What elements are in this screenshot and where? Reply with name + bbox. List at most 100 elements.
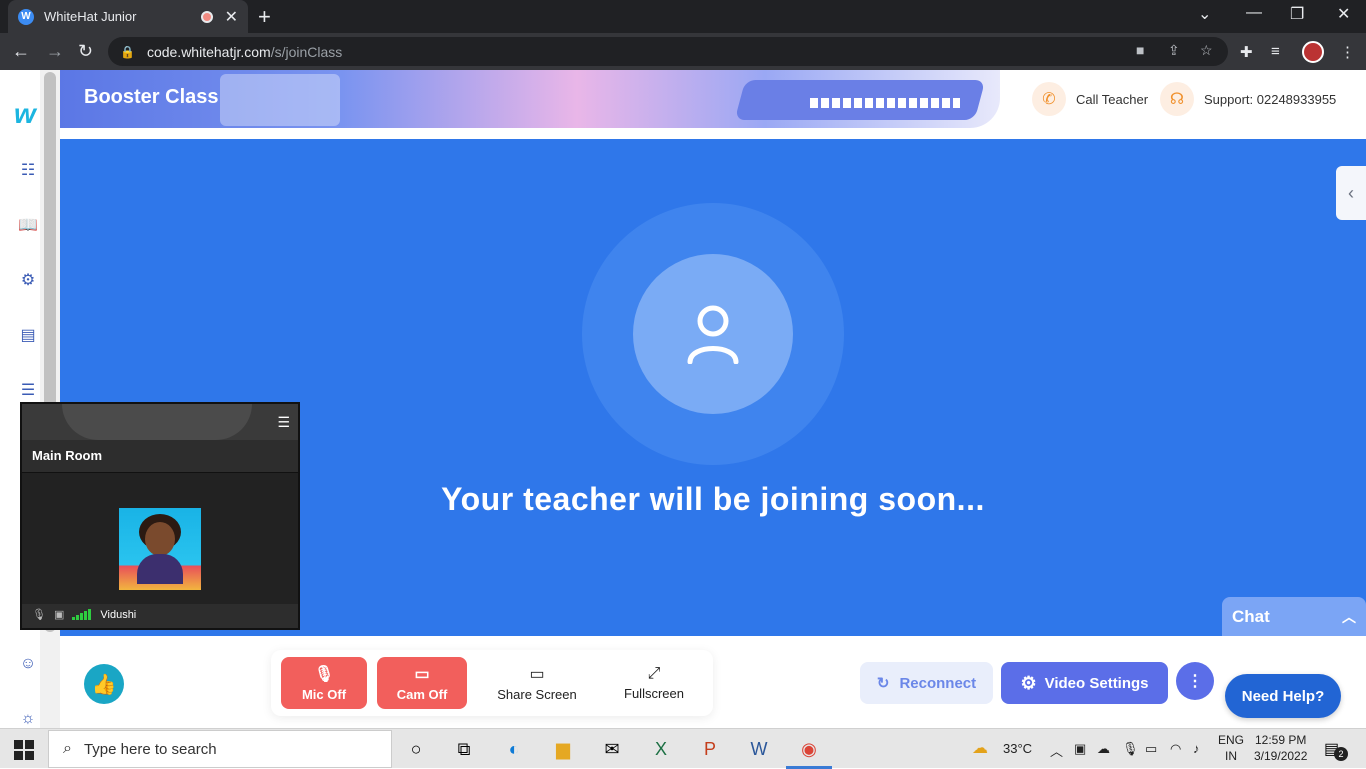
chat-label: Chat	[1232, 607, 1270, 626]
cam-off-icon: ▭	[414, 666, 430, 683]
camera-icon[interactable]: ■	[1136, 42, 1144, 58]
video-settings-label: Video Settings	[1044, 674, 1149, 692]
chevron-left-icon: ‹	[1348, 182, 1354, 203]
notes-icon[interactable]: ▤	[18, 325, 38, 344]
community-icon[interactable]: ☺	[18, 655, 38, 673]
clock[interactable]: 12:59 PM 3/19/2022	[1254, 732, 1307, 764]
tab-search-icon[interactable]: ⌄	[1198, 4, 1211, 24]
page: w ☷ 📖 ⚙ ▤ ☰ ☺ ☼ Booster Class ✆ Call Tea…	[0, 70, 1366, 728]
mic-label: Mic Off	[301, 687, 347, 702]
brightness-icon[interactable]: ☼	[18, 710, 38, 728]
chat-button[interactable]: Chat ︿	[1222, 597, 1366, 637]
microphone-icon[interactable]: 🎙	[1122, 741, 1139, 757]
weather-icon[interactable]: ☁	[972, 738, 988, 758]
meet-now-icon[interactable]: ▣	[1074, 741, 1086, 757]
close-tab-icon[interactable]: ✕	[225, 7, 238, 27]
support-button[interactable]: ☊ Support: 02248933955	[1160, 82, 1336, 116]
call-teacher-button[interactable]: ✆ Call Teacher	[1032, 82, 1148, 116]
schedule-icon[interactable]: ☷	[18, 160, 38, 179]
fullscreen-label: Fullscreen	[624, 686, 684, 701]
windows-start-icon[interactable]	[14, 740, 34, 760]
more-vertical-icon: ⋮	[1187, 673, 1203, 690]
extensions-icon[interactable]: ✚	[1240, 43, 1253, 61]
restore-button[interactable]: ❐	[1290, 4, 1304, 24]
share-screen-button[interactable]: ▭ Share Screen	[493, 657, 581, 709]
main-room-header: ☰	[22, 404, 298, 440]
lock-icon: 🔒	[120, 44, 135, 59]
main-room-panel[interactable]: ☰ Main Room 🎙 ▣ Vidushi	[20, 402, 300, 630]
windows-taskbar: ⌕ Type here to search ○ ⧉ ◐ ▆ ✉ X P W ◉ …	[0, 728, 1366, 769]
participant-status-bar: 🎙 ▣ Vidushi	[32, 608, 136, 622]
browser-tab[interactable]: W WhiteHat Junior ✕	[8, 0, 248, 33]
video-settings-button[interactable]: ⚙ Video Settings	[1001, 662, 1168, 704]
recording-indicator-icon	[200, 10, 213, 23]
show-hidden-icons-icon[interactable]: ︿	[1050, 741, 1063, 760]
book-icon[interactable]: 📖	[18, 215, 38, 234]
media-control-icon[interactable]: ≡	[1271, 43, 1280, 60]
monitor-icon: ▭	[529, 666, 545, 683]
fullscreen-button[interactable]: ⤢ Fullscreen	[611, 657, 697, 709]
support-label: Support: 02248933955	[1204, 91, 1337, 107]
date: 3/19/2022	[1254, 749, 1308, 763]
whitehat-logo[interactable]: w	[14, 98, 36, 130]
share-label: Share Screen	[497, 687, 577, 702]
reload-button[interactable]: ↻	[78, 41, 93, 62]
close-window-button[interactable]: ✕	[1337, 4, 1350, 24]
taskbar-search-box[interactable]: ⌕ Type here to search	[48, 730, 392, 768]
battery-icon[interactable]: ▭	[1145, 741, 1157, 757]
word-icon[interactable]: W	[747, 737, 771, 761]
chevron-up-icon: ︿	[1342, 609, 1356, 625]
mic-toggle-button[interactable]: 🎙 Mic Off	[281, 657, 367, 709]
minimize-button[interactable]: —	[1246, 4, 1262, 22]
mail-icon[interactable]: ✉	[600, 737, 624, 761]
need-help-button[interactable]: Need Help?	[1225, 674, 1341, 718]
reconnect-button[interactable]: ↻ Reconnect	[860, 662, 993, 704]
language: ENG	[1218, 733, 1245, 747]
chrome-menu-icon[interactable]: ⋮	[1340, 43, 1355, 61]
banner-title: Booster Class	[84, 86, 219, 108]
bookmark-star-icon[interactable]: ☆	[1200, 42, 1213, 59]
panel-toggle-button[interactable]: ‹	[1336, 166, 1366, 220]
reconnect-label: Reconnect	[899, 674, 977, 692]
cam-toggle-button[interactable]: ▭ Cam Off	[377, 657, 467, 709]
signal-strength-icon	[72, 609, 92, 620]
cam-label: Cam Off	[396, 687, 448, 702]
file-explorer-icon[interactable]: ▆	[551, 737, 575, 761]
edge-icon[interactable]: ◐	[502, 737, 526, 761]
search-placeholder: Type here to search	[83, 740, 217, 758]
volume-icon[interactable]: ♪	[1193, 741, 1200, 756]
call-controls-bar: 👍 🎙 Mic Off ▭ Cam Off ▭ Share Screen ⤢ F…	[60, 636, 1366, 728]
new-tab-button[interactable]: +	[258, 4, 271, 30]
wifi-icon[interactable]: ◠	[1170, 741, 1181, 757]
thumbs-up-icon: 👍	[91, 673, 117, 696]
chrome-icon[interactable]: ◉	[797, 737, 821, 761]
url-omnibox[interactable]: 🔒 code.whitehatjr.com /s/joinClass ■ ⇪ ☆	[108, 37, 1228, 66]
task-view-icon[interactable]: ⧉	[452, 737, 476, 761]
browser-tab-bar: W WhiteHat Junior ✕ + ⌄ — ❐ ✕	[0, 0, 1366, 33]
projects-icon[interactable]: ⚙	[18, 270, 38, 289]
cam-off-icon: ▣	[53, 609, 65, 621]
onedrive-icon[interactable]: ☁	[1097, 741, 1110, 757]
more-options-button[interactable]: ⋮	[1176, 662, 1214, 700]
thumbs-up-button[interactable]: 👍	[84, 664, 124, 704]
document-icon[interactable]: ☰	[18, 380, 38, 399]
cortana-icon[interactable]: ○	[404, 737, 428, 761]
powerpoint-icon[interactable]: P	[698, 737, 722, 761]
user-icon	[687, 305, 739, 364]
profile-avatar[interactable]	[1302, 41, 1324, 63]
main-room-title: Main Room	[32, 448, 103, 463]
panel-menu-icon[interactable]: ☰	[277, 414, 290, 431]
refresh-icon: ↻	[876, 675, 890, 692]
forward-button[interactable]: →	[46, 41, 64, 62]
notification-center-icon[interactable]: ▤ 2	[1324, 739, 1348, 761]
excel-icon[interactable]: X	[649, 737, 673, 761]
url-path: /s/joinClass	[270, 43, 343, 60]
phone-icon: ✆	[1032, 82, 1066, 116]
language-indicator[interactable]: ENG IN	[1218, 732, 1244, 764]
mic-muted-icon: 🎙	[32, 609, 46, 621]
region: IN	[1225, 749, 1237, 763]
share-icon[interactable]: ⇪	[1168, 42, 1180, 59]
expand-icon: ⤢	[647, 665, 661, 682]
back-button[interactable]: ←	[12, 41, 30, 62]
booster-class-banner: Booster Class	[60, 70, 1000, 128]
